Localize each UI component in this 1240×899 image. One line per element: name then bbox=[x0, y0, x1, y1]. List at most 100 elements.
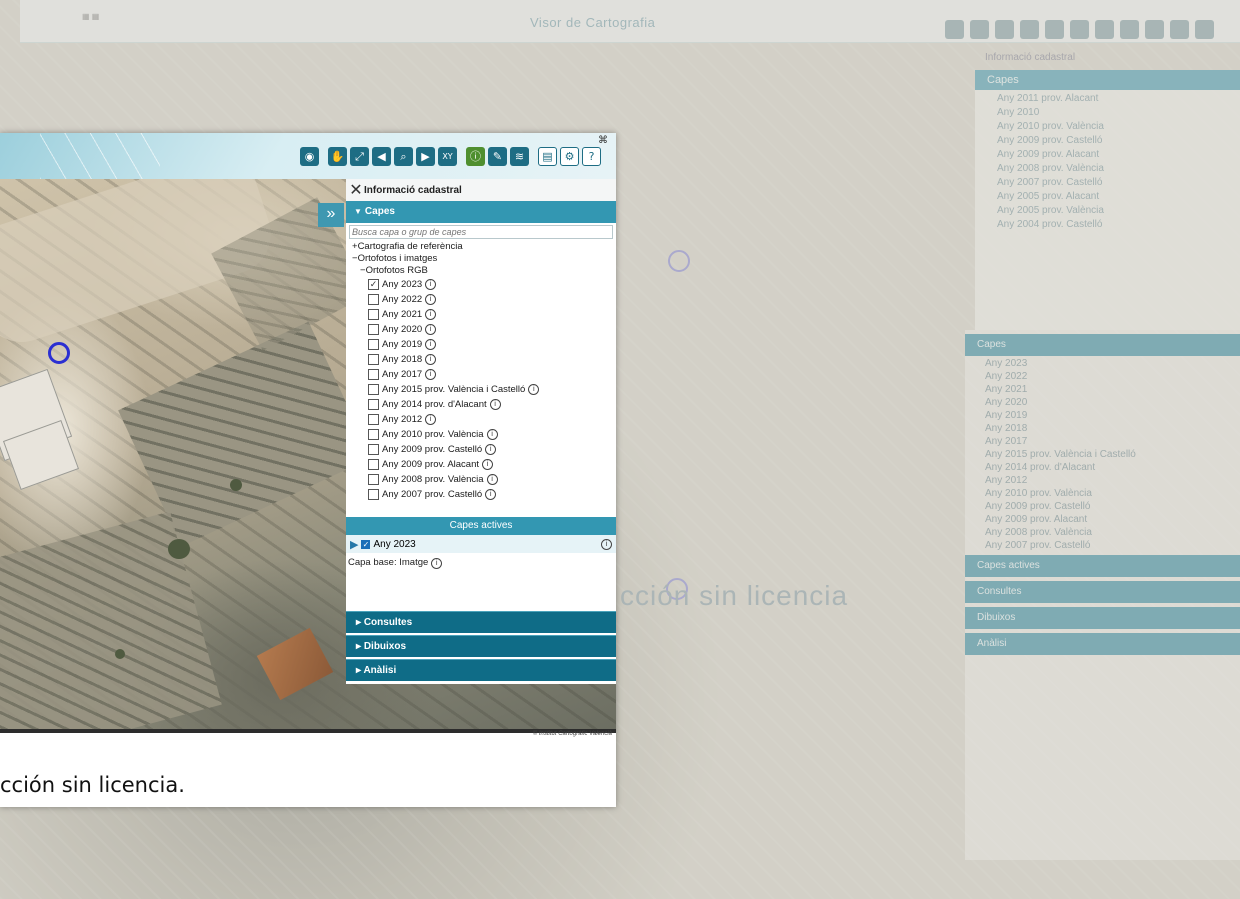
tree-subgroup[interactable]: −Ortofotos RGB bbox=[352, 265, 616, 277]
background-actives-band: Capes actives bbox=[965, 555, 1240, 577]
info-icon[interactable]: i bbox=[425, 339, 437, 350]
bg-tool-icon bbox=[1070, 20, 1089, 39]
layer-item[interactable]: Any 2007 prov. Castelló i bbox=[352, 487, 616, 502]
layer-search-input[interactable] bbox=[349, 225, 613, 239]
bookmark-icon[interactable]: ⌘ bbox=[598, 135, 608, 146]
roof bbox=[256, 627, 334, 701]
foreground-map-viewer: ⌘ ◉ ✋ ⤢ ◀ ⌕ ▶ XY ⓘ ✎ ≋ ▤ ⚙ ? » ✕ Informa… bbox=[0, 133, 616, 807]
info-icon[interactable]: ⓘ bbox=[466, 147, 485, 166]
layer-item[interactable]: Any 2019 i bbox=[352, 337, 616, 352]
layer-checkbox[interactable] bbox=[368, 384, 379, 395]
zoom-icon[interactable]: ⌕ bbox=[394, 147, 413, 166]
info-icon[interactable]: i bbox=[425, 294, 437, 305]
layer-checkbox[interactable] bbox=[368, 309, 379, 320]
info-icon[interactable]: i bbox=[485, 489, 497, 500]
attribution: © Institut Cartogràfic Valencià bbox=[532, 731, 612, 737]
info-icon[interactable]: i bbox=[489, 399, 501, 410]
capes-header[interactable]: ▼ Capes bbox=[346, 201, 616, 223]
layer-checkbox[interactable] bbox=[368, 339, 379, 350]
info-icon[interactable]: i bbox=[486, 429, 498, 440]
layer-item[interactable]: ✓ Any 2023 i bbox=[352, 277, 616, 292]
layer-checkbox[interactable] bbox=[368, 354, 379, 365]
bg-layer-row: Any 2011 prov. Alacant bbox=[997, 93, 1099, 104]
layer-item[interactable]: Any 2015 prov. València i Castelló i bbox=[352, 382, 616, 397]
info-icon[interactable]: i bbox=[601, 539, 612, 550]
play-icon[interactable]: ▶ bbox=[350, 538, 358, 551]
bg-layer-row: Any 2021 bbox=[985, 384, 1028, 395]
layer-item[interactable]: Any 2020 i bbox=[352, 322, 616, 337]
location-marker[interactable] bbox=[48, 342, 70, 364]
layer-item[interactable]: Any 2014 prov. d'Alacant i bbox=[352, 397, 616, 412]
layer-label: Any 2009 prov. Alacant bbox=[382, 458, 479, 470]
base-layer-row: Capa base: Imatge i bbox=[346, 553, 616, 573]
dibuixos-accordion[interactable]: ▸ Dibuixos bbox=[346, 635, 616, 657]
layer-item[interactable]: Any 2022 i bbox=[352, 292, 616, 307]
layer-item[interactable]: Any 2009 prov. Alacant i bbox=[352, 457, 616, 472]
info-cadastral-row: ✕ Informació cadastral bbox=[346, 179, 616, 201]
layer-label: Any 2018 bbox=[382, 353, 423, 365]
back-icon[interactable]: ◀ bbox=[372, 147, 391, 166]
tree bbox=[115, 649, 125, 659]
bg-layer-row: Any 2009 prov. Alacant bbox=[997, 149, 1100, 160]
bg-layer-row: Any 2010 prov. València bbox=[997, 121, 1104, 132]
eye-icon[interactable]: ◉ bbox=[300, 147, 319, 166]
bg-tool-icon bbox=[1095, 20, 1114, 39]
layer-checkbox[interactable] bbox=[368, 474, 379, 485]
xy-icon[interactable]: XY bbox=[438, 147, 457, 166]
info-icon[interactable]: i bbox=[431, 558, 443, 569]
layer-item[interactable]: Any 2008 prov. València i bbox=[352, 472, 616, 487]
layer-checkbox[interactable] bbox=[368, 399, 379, 410]
layer-item[interactable]: Any 2018 i bbox=[352, 352, 616, 367]
zoom-extent-icon[interactable]: ⤢ bbox=[350, 147, 369, 166]
print-icon[interactable]: ▤ bbox=[538, 147, 557, 166]
hand-icon[interactable]: ✋ bbox=[328, 147, 347, 166]
layers-tree: +Cartografia de referència −Ortofotos i … bbox=[346, 241, 616, 511]
layer-item[interactable]: Any 2017 i bbox=[352, 367, 616, 382]
background-title: Visor de Cartografia bbox=[530, 15, 656, 30]
info-icon[interactable]: i bbox=[482, 459, 493, 470]
layer-checkbox[interactable] bbox=[368, 429, 379, 440]
info-icon[interactable]: i bbox=[425, 354, 437, 365]
layer-item[interactable]: Any 2012 i bbox=[352, 412, 616, 427]
layer-item[interactable]: Any 2021 i bbox=[352, 307, 616, 322]
tree-group[interactable]: +Cartografia de referència bbox=[352, 241, 616, 253]
analisi-accordion[interactable]: ▸ Anàlisi bbox=[346, 659, 616, 681]
layers-icon[interactable]: ≋ bbox=[510, 147, 529, 166]
bg-layer-row: Any 2007 prov. Castelló bbox=[997, 177, 1103, 188]
panel-toggle-button[interactable]: » bbox=[318, 203, 344, 227]
layer-checkbox[interactable] bbox=[368, 294, 379, 305]
layer-checkbox[interactable] bbox=[368, 489, 379, 500]
caret-down-icon: ▼ bbox=[354, 207, 362, 216]
help-icon[interactable]: ? bbox=[582, 147, 601, 166]
background-layers-panel-2: Capes Any 2023 Any 2022 Any 2021 Any 202… bbox=[965, 330, 1240, 860]
layer-checkbox[interactable] bbox=[368, 369, 379, 380]
layer-item[interactable]: Any 2010 prov. València i bbox=[352, 427, 616, 442]
info-icon[interactable]: i bbox=[425, 369, 437, 380]
layer-checkbox[interactable] bbox=[368, 459, 379, 470]
tree-group[interactable]: −Ortofotos i imatges bbox=[352, 253, 616, 265]
layer-checkbox[interactable] bbox=[368, 414, 379, 425]
active-layer-checkbox[interactable]: ✓ bbox=[361, 539, 371, 549]
consultes-accordion[interactable]: ▸ Consultes bbox=[346, 611, 616, 633]
bg-layer-row: Any 2017 bbox=[985, 436, 1028, 447]
active-layer-row[interactable]: ▶ ✓ Any 2023 i bbox=[346, 535, 616, 553]
bg-layer-row: Any 2004 prov. Castelló bbox=[997, 219, 1103, 230]
layer-checkbox[interactable] bbox=[368, 444, 379, 455]
bg-layer-row: Any 2005 prov. Alacant bbox=[997, 191, 1100, 202]
measure-icon[interactable]: ✎ bbox=[488, 147, 507, 166]
forward-icon[interactable]: ▶ bbox=[416, 147, 435, 166]
info-icon[interactable]: i bbox=[528, 384, 540, 395]
background-layers-header: Capes bbox=[975, 70, 1240, 90]
layer-checkbox[interactable]: ✓ bbox=[368, 279, 379, 290]
info-icon[interactable]: i bbox=[485, 444, 497, 455]
info-icon[interactable]: i bbox=[425, 309, 437, 320]
info-icon[interactable]: i bbox=[425, 414, 437, 425]
settings-icon[interactable]: ⚙ bbox=[560, 147, 579, 166]
info-icon[interactable]: i bbox=[425, 324, 437, 335]
info-icon[interactable]: i bbox=[486, 474, 498, 485]
close-icon[interactable]: ✕ bbox=[348, 180, 364, 200]
info-icon[interactable]: i bbox=[425, 279, 437, 290]
header-pattern bbox=[40, 133, 160, 179]
layer-item[interactable]: Any 2009 prov. Castelló i bbox=[352, 442, 616, 457]
layer-checkbox[interactable] bbox=[368, 324, 379, 335]
